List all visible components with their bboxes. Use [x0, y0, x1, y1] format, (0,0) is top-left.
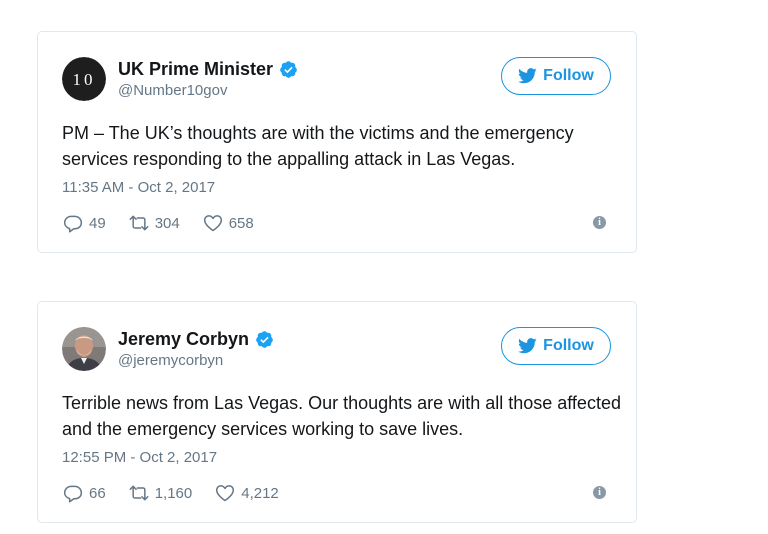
retweet-icon — [129, 215, 149, 231]
retweet-icon — [129, 485, 149, 501]
retweet-action[interactable]: 1,160 — [128, 483, 193, 503]
follow-label: Follow — [543, 67, 594, 84]
tweet-timestamp[interactable]: 11:35 AM - Oct 2, 2017 — [62, 178, 215, 198]
reply-action[interactable]: 66 — [62, 483, 106, 503]
tweet-card-jeremycorbyn: Jeremy Corbyn @jeremycorbyn Follow Terri… — [37, 301, 637, 523]
tweet-timestamp[interactable]: 12:55 PM - Oct 2, 2017 — [62, 448, 217, 468]
verified-badge-icon — [280, 60, 297, 78]
tweet-card-number10gov: 10 UK Prime Minister @Number10gov Follow… — [37, 31, 637, 253]
follow-label: Follow — [543, 337, 594, 354]
retweet-count: 304 — [154, 214, 180, 232]
like-action[interactable]: 4,212 — [214, 483, 279, 503]
reply-action[interactable]: 49 — [62, 213, 106, 233]
author-block[interactable]: UK Prime Minister @Number10gov — [118, 58, 298, 101]
avatar-text: 10 — [73, 70, 96, 89]
tweet-actions: 49 304 658 — [62, 212, 276, 234]
like-count: 4,212 — [241, 484, 279, 502]
avatar-number10[interactable]: 10 — [62, 57, 106, 101]
author-block[interactable]: Jeremy Corbyn @jeremycorbyn — [118, 328, 274, 371]
twitter-bird-icon — [518, 68, 537, 84]
tweet-text: Terrible news from Las Vegas. Our though… — [62, 393, 621, 439]
author-handle[interactable]: @jeremycorbyn — [118, 351, 274, 371]
reply-count: 49 — [89, 214, 106, 232]
reply-count: 66 — [89, 484, 106, 502]
tweet-text: PM – The UK’s thoughts are with the vict… — [62, 123, 574, 169]
verified-badge-icon — [256, 330, 273, 348]
heart-icon — [203, 215, 222, 232]
twitter-bird-icon — [518, 338, 537, 354]
info-icon[interactable]: i — [593, 216, 606, 229]
author-handle[interactable]: @Number10gov — [118, 81, 298, 101]
follow-button[interactable]: Follow — [501, 57, 611, 95]
retweet-action[interactable]: 304 — [128, 213, 180, 233]
heart-icon — [216, 485, 235, 502]
author-name[interactable]: Jeremy Corbyn — [118, 328, 249, 350]
tweet-actions: 66 1,160 4,212 — [62, 482, 301, 504]
author-name[interactable]: UK Prime Minister — [118, 58, 273, 80]
info-icon[interactable]: i — [593, 486, 606, 499]
follow-button[interactable]: Follow — [501, 327, 611, 365]
reply-icon — [63, 485, 83, 503]
retweet-count: 1,160 — [154, 484, 193, 502]
like-action[interactable]: 658 — [202, 213, 254, 233]
like-count: 658 — [228, 214, 254, 232]
reply-icon — [63, 215, 83, 233]
avatar-jeremy-corbyn[interactable] — [62, 327, 106, 371]
